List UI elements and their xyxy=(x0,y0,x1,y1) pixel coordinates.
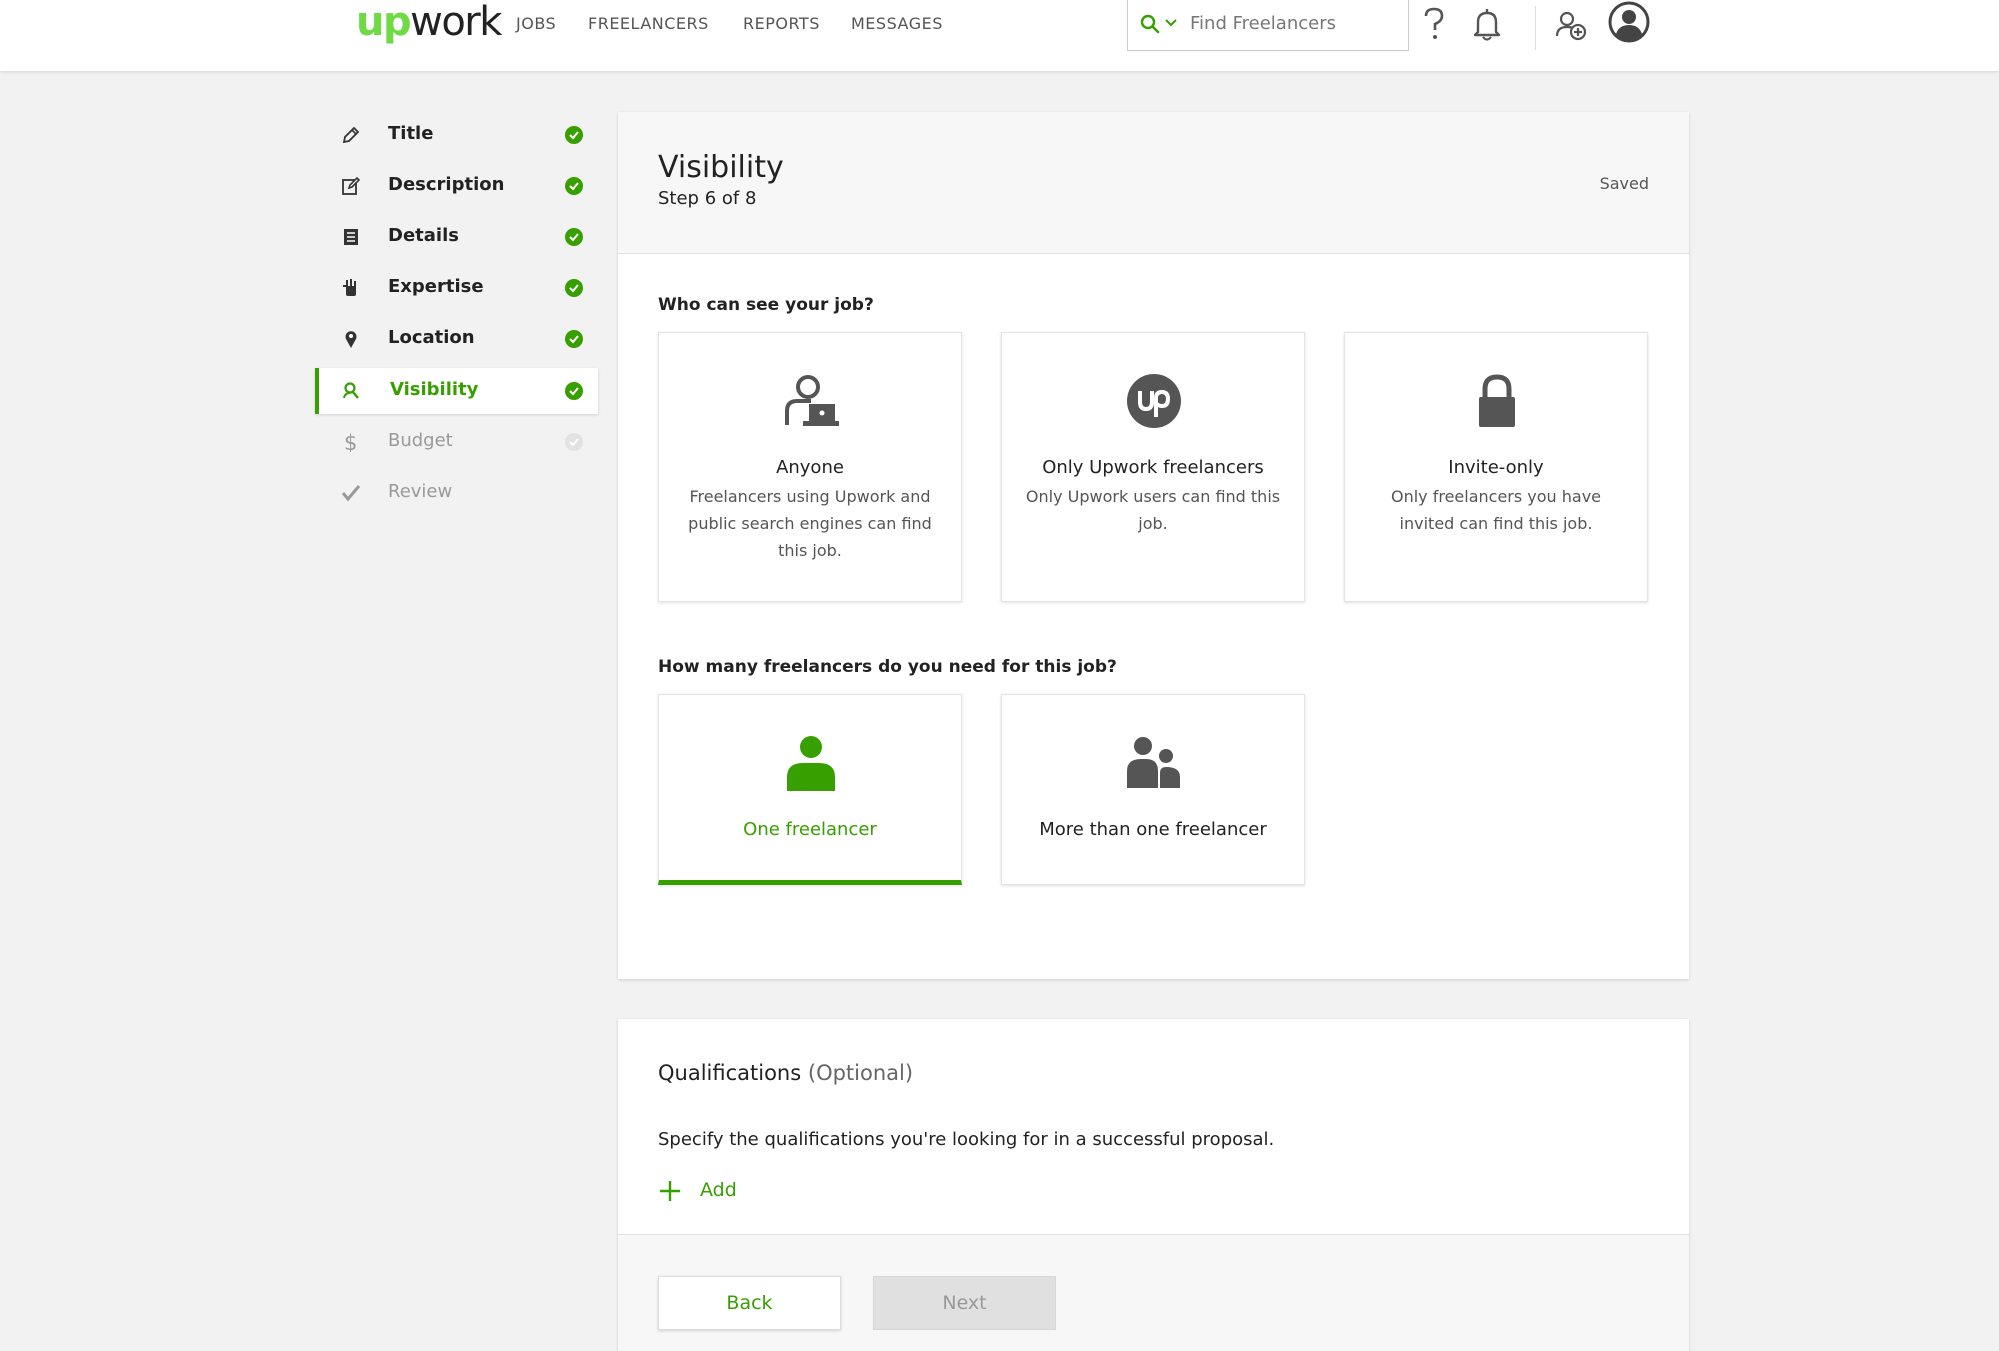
qualifications-card: Qualifications (Optional) Specify the qu… xyxy=(618,1019,1689,1351)
sidebar-item-review[interactable]: Review xyxy=(315,470,598,516)
user-search-icon xyxy=(343,382,359,399)
plus-icon xyxy=(660,1181,680,1201)
check-circle-icon xyxy=(565,177,583,195)
option-description: Freelancers using Upwork and public sear… xyxy=(688,487,932,560)
user-laptop-icon xyxy=(785,375,839,426)
search-placeholder: Find Freelancers xyxy=(1190,13,1336,34)
add-label: Add xyxy=(700,1179,737,1201)
count-option-multiple-freelancers[interactable]: More than one freelancer xyxy=(1001,694,1305,885)
check-circle-icon xyxy=(565,382,583,400)
search-icon xyxy=(1140,14,1160,34)
check-circle-icon xyxy=(565,228,583,246)
visibility-option-upwork-only[interactable]: Only Upwork freelancers Only Upwork user… xyxy=(1001,332,1305,602)
qualifications-description: Specify the qualifications you're lookin… xyxy=(658,1129,1275,1150)
lock-icon xyxy=(1479,374,1515,427)
sidebar-item-title[interactable]: Title xyxy=(315,112,598,158)
chevron-down-icon[interactable] xyxy=(1164,16,1178,30)
option-description: Only Upwork users can find this job. xyxy=(1025,487,1281,533)
option-description: Only freelancers you have invited can fi… xyxy=(1390,487,1602,533)
upwork-logo-icon xyxy=(1127,374,1181,428)
optional-label: (Optional) xyxy=(807,1061,914,1085)
sidebar-item-expertise[interactable]: Expertise xyxy=(315,265,598,311)
header-divider xyxy=(1535,6,1536,50)
top-navigation-bar: upwork JOBS FREELANCERS REPORTS MESSAGES… xyxy=(0,0,1999,71)
upwork-logo[interactable]: upwork xyxy=(356,0,502,46)
visibility-option-invite-only[interactable]: Invite-only Only freelancers you have in… xyxy=(1344,332,1648,602)
sidebar-item-label: Budget xyxy=(388,430,453,451)
option-title: Anyone xyxy=(776,457,844,478)
option-title: More than one freelancer xyxy=(1039,819,1267,840)
back-button[interactable]: Back xyxy=(658,1276,841,1330)
edit-icon xyxy=(342,176,361,195)
sidebar-item-label: Location xyxy=(388,327,475,348)
sidebar-item-label: Expertise xyxy=(388,276,484,297)
nav-messages[interactable]: MESSAGES xyxy=(851,14,943,33)
list-icon xyxy=(344,229,358,245)
avatar-icon[interactable] xyxy=(1608,1,1650,43)
sidebar-item-description[interactable]: Description xyxy=(315,163,598,209)
step-indicator: Step 6 of 8 xyxy=(658,188,757,209)
saved-status: Saved xyxy=(1599,174,1649,193)
check-circle-icon xyxy=(565,330,583,348)
help-icon[interactable] xyxy=(1422,6,1446,42)
checkmark-icon xyxy=(341,485,361,502)
nav-freelancers[interactable]: FREELANCERS xyxy=(588,14,709,33)
visibility-card: Visibility Step 6 of 8 Saved Who can see… xyxy=(618,112,1689,979)
sidebar-item-visibility[interactable]: Visibility xyxy=(315,368,598,414)
sidebar-item-label: Details xyxy=(388,225,459,246)
option-title: Only Upwork freelancers xyxy=(1042,457,1264,478)
sidebar-item-label: Review xyxy=(388,481,453,502)
card-footer: Back Next xyxy=(618,1234,1689,1351)
sidebar-item-label: Title xyxy=(388,123,434,144)
nav-jobs[interactable]: JOBS xyxy=(516,14,556,33)
sidebar-item-label: Visibility xyxy=(390,379,479,400)
visibility-question: Who can see your job? xyxy=(658,295,874,315)
visibility-option-anyone[interactable]: Anyone Freelancers using Upwork and publ… xyxy=(658,332,962,602)
qualifications-title: Qualifications (Optional) xyxy=(658,1061,914,1085)
search-input[interactable]: Find Freelancers xyxy=(1127,0,1409,51)
map-pin-icon xyxy=(345,331,357,348)
notification-bell-icon[interactable] xyxy=(1473,6,1501,42)
check-circle-icon xyxy=(565,433,583,451)
sidebar-item-location[interactable]: Location xyxy=(315,316,598,362)
freelancer-count-question: How many freelancers do you need for thi… xyxy=(658,657,1117,677)
next-button[interactable]: Next xyxy=(873,1276,1056,1330)
group-users-icon xyxy=(1127,737,1180,788)
sidebar-item-details[interactable]: Details xyxy=(315,214,598,260)
hand-icon xyxy=(343,279,356,296)
option-title: Invite-only xyxy=(1448,457,1544,478)
single-user-icon xyxy=(787,736,835,791)
page-title: Visibility xyxy=(658,150,784,185)
nav-reports[interactable]: REPORTS xyxy=(743,14,820,33)
check-circle-icon xyxy=(565,126,583,144)
option-title: One freelancer xyxy=(743,819,877,840)
sidebar-item-budget[interactable]: $ Budget xyxy=(315,419,598,465)
sidebar-item-label: Description xyxy=(388,174,505,195)
check-circle-icon xyxy=(565,279,583,297)
count-option-one-freelancer[interactable]: One freelancer xyxy=(658,694,962,885)
dollar-icon: $ xyxy=(344,432,357,452)
add-user-icon[interactable] xyxy=(1555,6,1587,42)
card-header: Visibility Step 6 of 8 Saved xyxy=(618,112,1689,254)
pencil-icon xyxy=(342,126,360,144)
svg-text:$: $ xyxy=(344,432,357,452)
